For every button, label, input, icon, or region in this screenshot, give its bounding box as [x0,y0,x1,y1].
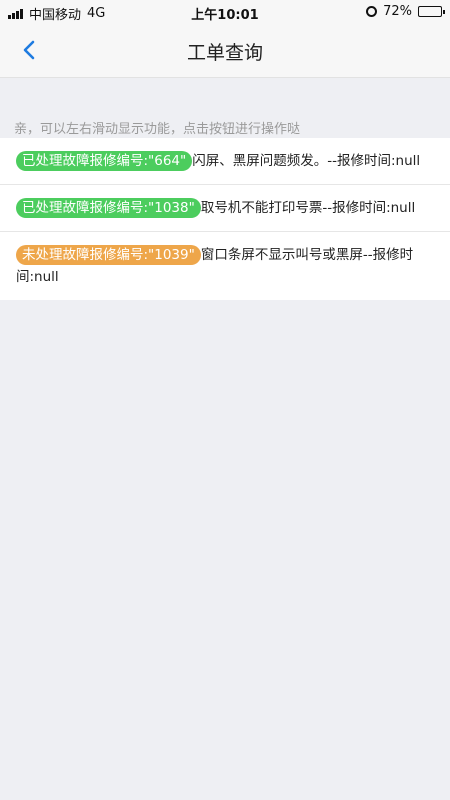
work-order-text: 闪屏、黑屏问题频发。--报修时间:null [192,153,421,169]
work-order-item[interactable]: 已处理故障报修编号:"664" 闪屏、黑屏问题频发。--报修时间:null [0,138,450,185]
nav-bar: 工单查询 [0,24,450,78]
work-order-item[interactable]: 未处理故障报修编号:"1039" 窗口条屏不显示叫号或黑屏--报修时间:null [0,232,450,300]
work-order-text: 取号机不能打印号票--报修时间:null [200,200,416,216]
work-order-list: 已处理故障报修编号:"664" 闪屏、黑屏问题频发。--报修时间:null 已处理… [0,138,450,300]
status-bar: 中国移动 4G 上午10:01 72% [0,0,450,24]
work-order-item[interactable]: 已处理故障报修编号:"1038" 取号机不能打印号票--报修时间:null [0,185,450,232]
status-badge[interactable]: 已处理故障报修编号:"664" [16,151,193,171]
status-badge[interactable]: 已处理故障报修编号:"1038" [16,198,201,218]
battery-icon [418,6,445,17]
page-title: 工单查询 [186,42,263,64]
battery-percent: 72% [383,4,412,19]
alarm-icon [366,6,378,17]
status-badge[interactable]: 未处理故障报修编号:"1039" [16,245,201,265]
hint-text: 亲，可以左右滑动显示功能，点击按钮进行操作哒 [14,122,301,137]
